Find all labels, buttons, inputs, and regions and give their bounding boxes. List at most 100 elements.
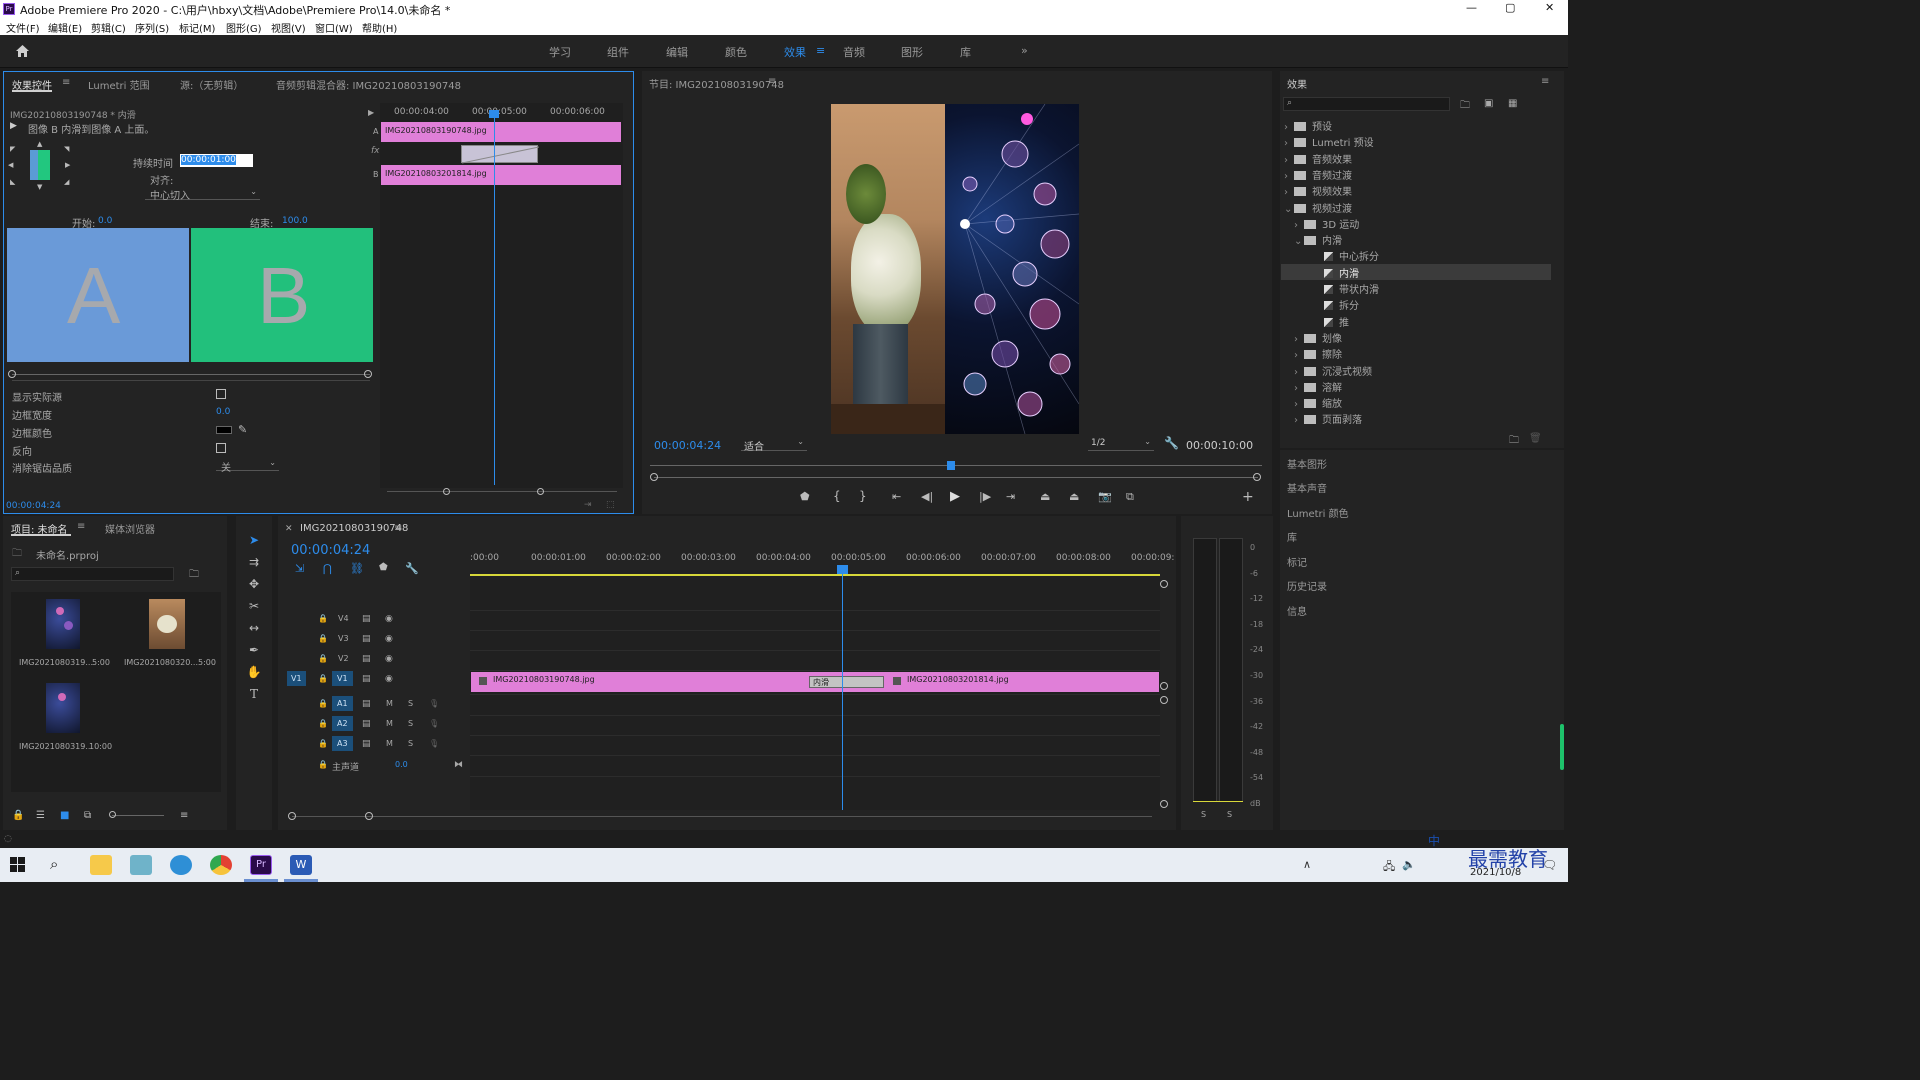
panel-history[interactable]: 历史记录 (1287, 578, 1327, 593)
program-title[interactable]: 节目: IMG20210803190748 (649, 76, 784, 91)
effect-item[interactable]: 推 (1304, 314, 1349, 329)
work-area-bar[interactable] (470, 574, 1160, 576)
mute-button[interactable]: M (386, 699, 393, 708)
new-bin-icon[interactable]: 🗀 (1460, 98, 1470, 115)
type-tool-icon[interactable]: T (246, 687, 262, 703)
workspace-graphics[interactable]: 图形 (901, 44, 923, 60)
program-playhead[interactable] (947, 461, 955, 470)
solo-button[interactable]: S (408, 739, 413, 748)
home-icon[interactable] (15, 44, 30, 58)
go-to-out-icon[interactable]: ⇥ (1006, 490, 1015, 503)
export-frame-icon[interactable]: ⇥ (584, 500, 592, 510)
minimize-button[interactable]: — (1466, 1, 1477, 14)
panel-menu-icon[interactable]: ≡ (62, 77, 70, 88)
tray-chevron-icon[interactable]: ∧ (1303, 858, 1311, 871)
scroll-indicator[interactable] (1560, 724, 1564, 770)
menu-sequence[interactable]: 序列(S) (135, 20, 169, 35)
workspace-menu-icon[interactable]: ≡ (816, 44, 825, 57)
pen-tool-icon[interactable]: ✒ (246, 643, 262, 659)
add-marker-icon[interactable]: ⬟ (379, 562, 388, 573)
timeline-transition[interactable]: 内滑 (809, 676, 884, 688)
slider-start-handle[interactable] (8, 370, 16, 378)
mute-button[interactable]: M (386, 739, 393, 748)
panel-menu-icon[interactable]: ≡ (768, 76, 776, 87)
delete-icon[interactable]: 🗑 (1529, 433, 1542, 444)
vertical-scroll-handle[interactable] (1160, 580, 1168, 588)
menu-window[interactable]: 窗口(W) (315, 20, 353, 35)
panel-lumetri-color[interactable]: Lumetri 颜色 (1287, 505, 1349, 520)
direction-arrow-sw-icon[interactable]: ◣ (10, 178, 15, 186)
32-bit-icon[interactable]: ▣ (1484, 98, 1493, 109)
workspace-editing[interactable]: 编辑 (666, 44, 688, 60)
icon-view-icon[interactable]: ■ (60, 810, 69, 821)
solo-button[interactable]: S (408, 699, 413, 708)
word-icon[interactable]: W (290, 855, 312, 875)
workspace-effects[interactable]: 效果 (784, 44, 806, 60)
tab-source[interactable]: 源:（无剪辑） (180, 77, 243, 92)
new-search-bin-icon[interactable]: 🗀 (189, 567, 199, 584)
mark-out-icon[interactable]: } (859, 489, 867, 503)
resolution-select[interactable]: 1/2 ⌄ (1088, 437, 1154, 451)
linked-selection-icon[interactable]: ⛓ (350, 562, 364, 575)
effects-panel-title[interactable]: 效果 (1287, 76, 1307, 91)
ripple-edit-tool-icon[interactable]: ✥ (246, 577, 262, 593)
timeline-zoom-scrollbar[interactable] (292, 816, 1152, 817)
timeline-playhead-handle[interactable] (837, 565, 848, 574)
effects-folder[interactable]: ⌄ 内滑 (1294, 232, 1342, 247)
ec-playhead[interactable] (494, 113, 495, 485)
direction-arrow-nw-icon[interactable]: ◤ (10, 145, 15, 153)
menu-clip[interactable]: 剪辑(C) (91, 20, 126, 35)
panel-info[interactable]: 信息 (1287, 603, 1307, 618)
menu-graphics[interactable]: 图形(G) (226, 20, 262, 35)
effects-folder[interactable]: › 3D 运动 (1294, 216, 1359, 231)
menu-view[interactable]: 视图(V) (271, 20, 306, 35)
effects-folder[interactable]: › 音频效果 (1284, 151, 1352, 166)
solo-right-button[interactable]: S (1227, 810, 1232, 819)
premiere-taskbar-icon[interactable]: Pr (250, 855, 272, 875)
tray-volume-icon[interactable]: 🔈 (1402, 858, 1416, 871)
extract-icon[interactable]: ⏏ (1069, 490, 1079, 503)
panel-libraries[interactable]: 库 (1287, 529, 1297, 544)
camera-icon[interactable]: 📷 (1098, 490, 1112, 503)
search-icon[interactable]: ⌕ (50, 855, 58, 873)
ec-clip-a[interactable]: IMG20210803190748.jpg (381, 122, 621, 142)
ec-transition-block[interactable] (461, 145, 539, 164)
effects-folder[interactable]: › 预设 (1284, 118, 1332, 133)
file-explorer-icon[interactable] (90, 855, 112, 875)
thumbnail-size-slider[interactable] (112, 815, 164, 816)
effect-controls-timecode[interactable]: 00:00:04:24 (6, 501, 61, 511)
effect-item[interactable]: 中心拆分 (1304, 248, 1379, 263)
mark-in-icon[interactable]: { (833, 489, 841, 503)
effects-search-input[interactable]: ⌕ (1283, 97, 1450, 111)
timeline-clip-2[interactable]: IMG20210803201814.jpg (883, 672, 1159, 692)
effects-folder[interactable]: ⌄ 视频过渡 (1284, 200, 1352, 215)
sequence-tab[interactable]: IMG20210803190748 (300, 523, 408, 534)
direction-arrow-s-icon[interactable]: ▼ (37, 183, 42, 191)
tab-media-browser[interactable]: 媒体浏览器 (105, 521, 155, 536)
timeline-ruler[interactable]: :00:00 00:00:01:00 00:00:02:00 00:00:03:00 0… (470, 548, 1174, 576)
direction-arrow-e-icon[interactable]: ▶ (65, 161, 70, 169)
source-patch-v1[interactable]: V1 (287, 671, 306, 686)
ec-zoom-scrollbar[interactable] (387, 491, 617, 492)
workspace-assembly[interactable]: 组件 (607, 44, 629, 60)
lift-icon[interactable]: ⏏ (1040, 490, 1050, 503)
workspace-libraries[interactable]: 库 (960, 44, 971, 60)
ime-indicator[interactable]: 中 (1428, 832, 1440, 849)
app-icon[interactable] (130, 855, 152, 875)
tab-lumetri-scopes[interactable]: Lumetri 范围 (88, 77, 150, 92)
chrome-icon[interactable] (210, 855, 232, 875)
tab-audio-clip-mixer[interactable]: 音频剪辑混合器: IMG20210803190748 (276, 77, 461, 92)
antialias-select[interactable]: 关 ⌄ (216, 458, 279, 474)
panel-essential-sound[interactable]: 基本声音 (1287, 480, 1327, 495)
direction-arrow-ne-icon[interactable]: ◥ (64, 145, 69, 153)
show-actual-sources-checkbox[interactable] (216, 389, 226, 399)
slider-end-handle[interactable] (364, 370, 372, 378)
duration-input[interactable]: 00:00:01:00 (180, 154, 253, 167)
step-forward-icon[interactable]: |▶ (979, 490, 991, 503)
sort-icon[interactable]: ≡ (180, 810, 188, 821)
reverse-checkbox[interactable] (216, 443, 226, 453)
timeline-clip-1[interactable]: IMG20210803190748.jpg (471, 672, 809, 692)
list-view-icon[interactable]: ☰ (36, 810, 45, 821)
timeline-playhead-line[interactable] (842, 570, 843, 810)
solo-left-button[interactable]: S (1201, 810, 1206, 819)
